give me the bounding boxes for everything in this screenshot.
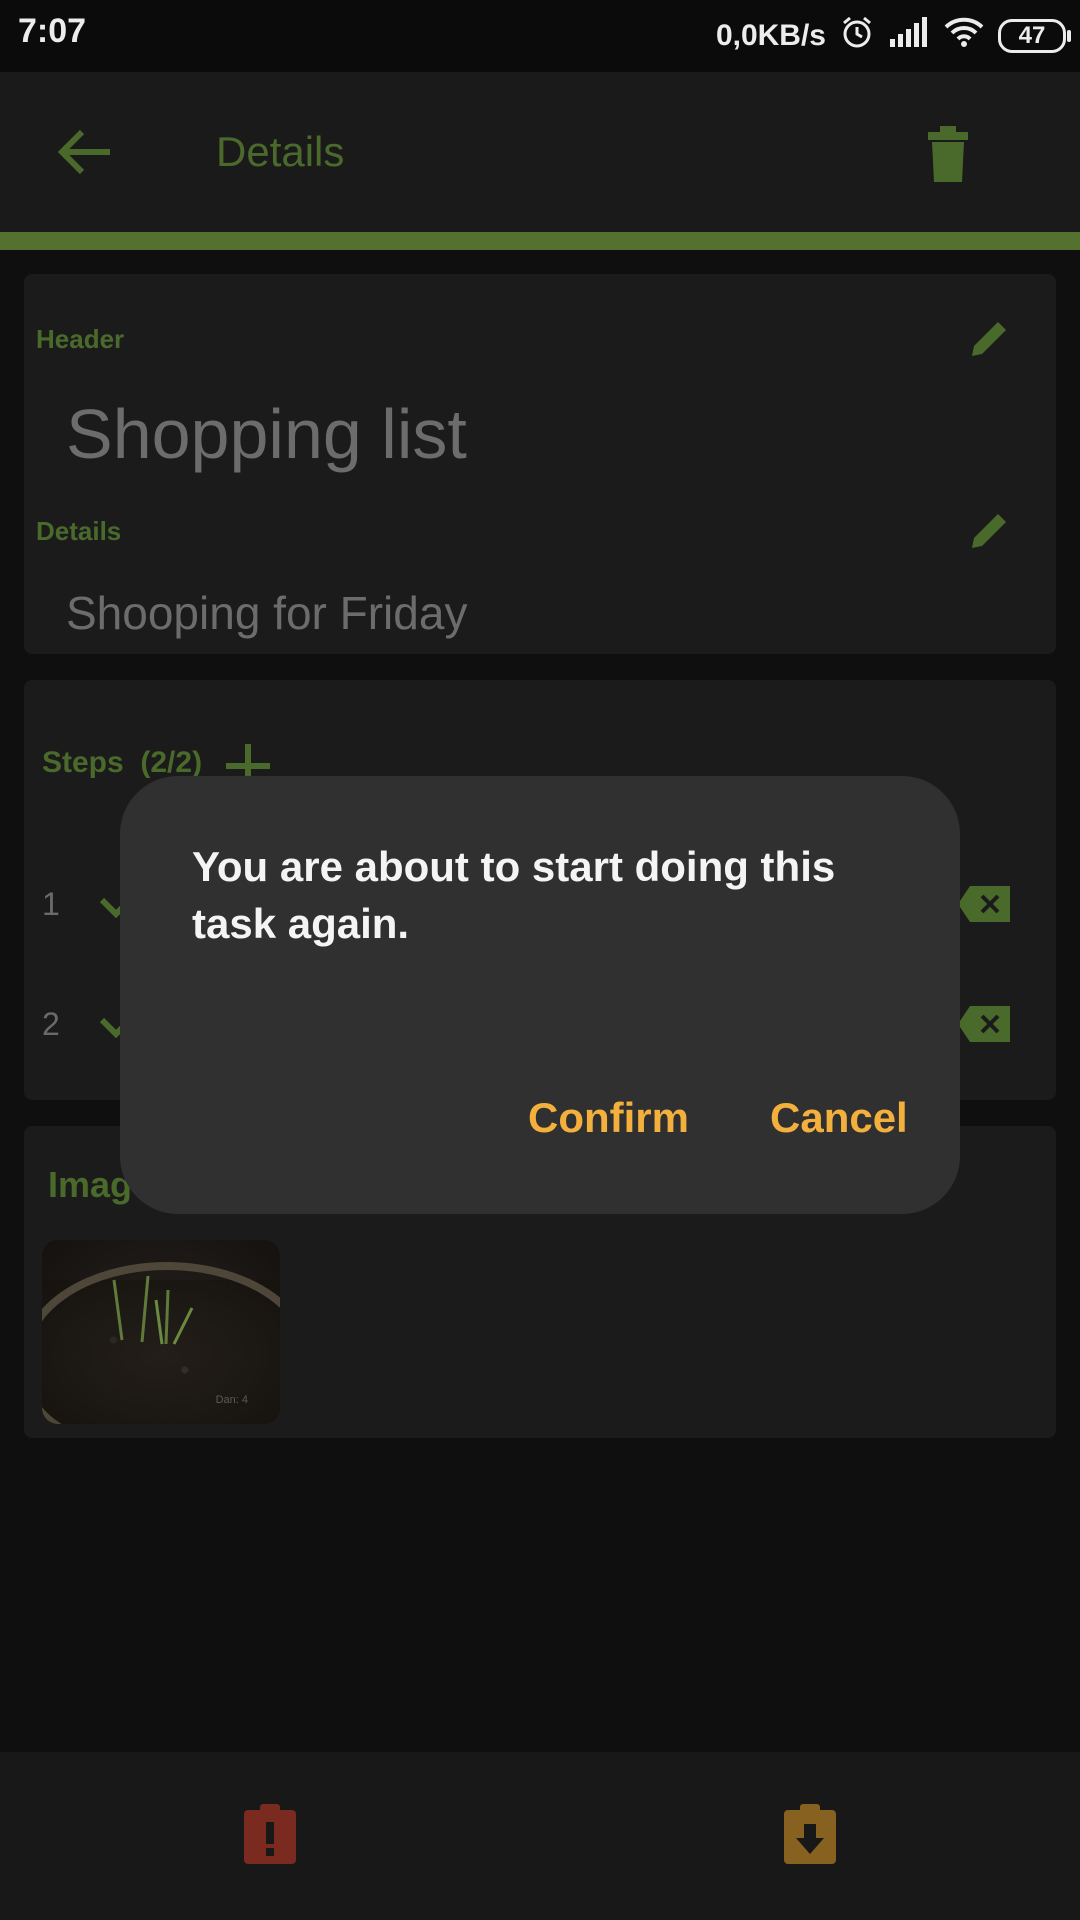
- confirm-button[interactable]: Confirm: [528, 1094, 689, 1142]
- status-icons: 0,0KB/s 47: [715, 14, 1071, 58]
- wifi-icon: [944, 17, 984, 55]
- edit-details-pencil-icon[interactable]: [968, 510, 1010, 557]
- app-bar: Details: [0, 72, 1080, 232]
- header-label: Header: [36, 324, 125, 354]
- step-number-2: 2: [42, 1006, 60, 1042]
- step-number-1: 1: [42, 886, 60, 922]
- battery-icon: 47: [998, 19, 1071, 53]
- confirm-dialog: You are about to start doing this task a…: [120, 776, 960, 1214]
- status-time: 7:07: [18, 12, 87, 50]
- step-delete-icon[interactable]: [958, 1006, 1010, 1047]
- step-delete-icon[interactable]: [958, 886, 1010, 927]
- task-header-text: Shopping list: [66, 395, 467, 473]
- signal-icon: [888, 17, 930, 55]
- delete-trash-icon[interactable]: [920, 122, 976, 189]
- status-bar: 7:07 0,0KB/s 47: [0, 0, 1080, 72]
- thumbnail-caption: Dan: 4: [215, 1394, 248, 1406]
- dialog-message: You are about to start doing this task a…: [192, 843, 836, 947]
- back-arrow-icon[interactable]: [56, 128, 112, 181]
- edit-header-pencil-icon[interactable]: [968, 318, 1010, 365]
- images-label: Imag: [48, 1164, 133, 1205]
- page-title: Details: [216, 128, 345, 175]
- task-details-text: Shooping for Friday: [66, 587, 468, 639]
- clipboard-alert-icon[interactable]: [242, 1804, 298, 1871]
- cancel-button[interactable]: Cancel: [770, 1094, 908, 1142]
- steps-count: (2/2): [140, 746, 203, 779]
- network-speed: 0,0KB/s: [715, 19, 826, 52]
- alarm-icon: [840, 15, 874, 57]
- steps-title: Steps: [42, 746, 124, 779]
- clipboard-save-icon[interactable]: [782, 1804, 838, 1871]
- battery-level: 47: [1018, 22, 1046, 49]
- details-label: Details: [36, 516, 122, 546]
- bottom-action-bar: [0, 1752, 1080, 1920]
- image-thumbnail[interactable]: Dan: 4: [42, 1240, 280, 1424]
- thumbnail-sprouts: [112, 1275, 194, 1345]
- task-info-card: Header Shopping list Details Shooping fo…: [24, 274, 1056, 654]
- steps-label: Steps (2/2): [42, 746, 202, 780]
- progress-accent-bar: [0, 232, 1080, 250]
